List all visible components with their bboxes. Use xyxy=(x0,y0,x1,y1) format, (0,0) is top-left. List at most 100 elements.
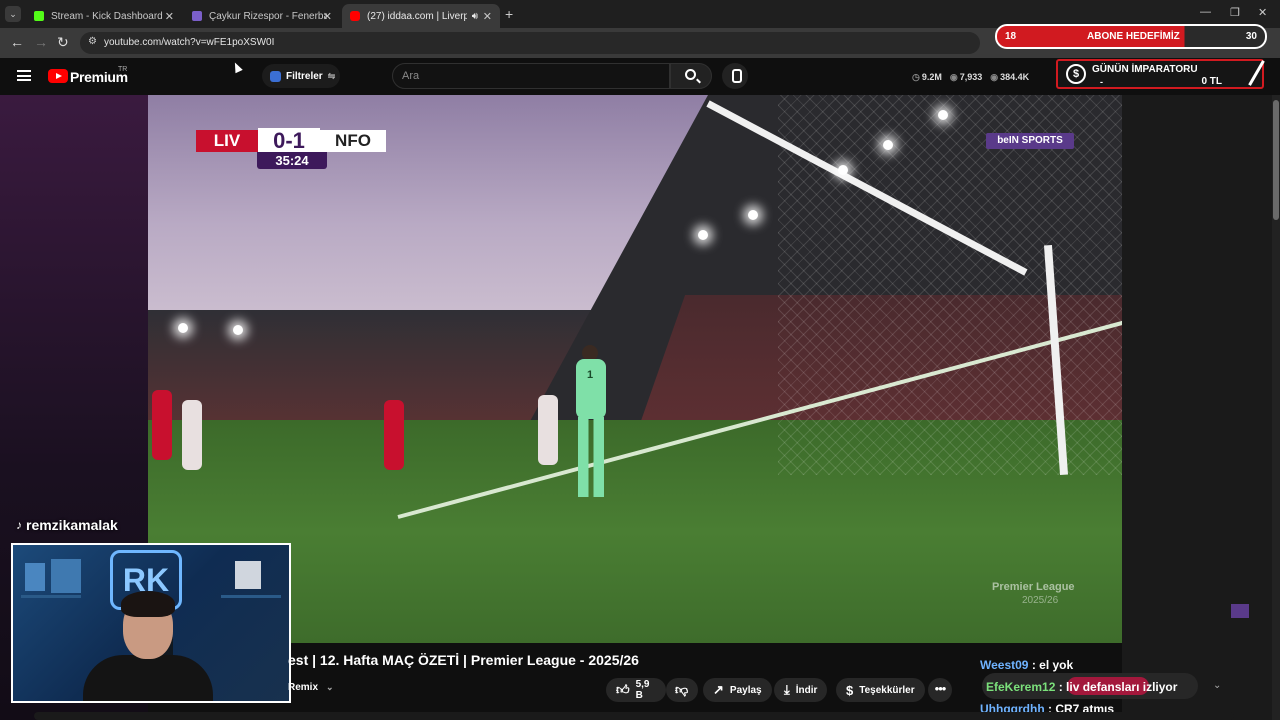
chat-message: Weest09 : el yok xyxy=(980,658,1073,672)
browser-tab-title: Stream - Kick Dashboard xyxy=(51,10,163,22)
chevron-down-icon[interactable]: ⌄ xyxy=(1213,680,1221,691)
streamer-torso xyxy=(83,655,213,701)
stat-value: 9.2M xyxy=(921,72,942,82)
more-actions-icon[interactable]: ••• xyxy=(928,678,952,702)
season-watermark: 2025/26 xyxy=(1022,595,1059,606)
floodlight xyxy=(698,230,708,240)
search-icon xyxy=(685,69,696,80)
coin-icon: $ xyxy=(1066,64,1086,84)
back-icon[interactable]: ← xyxy=(10,34,24,50)
tab-close-icon[interactable]: ✕ xyxy=(323,10,332,23)
player-figure xyxy=(182,400,202,470)
stat-value: 384.4K xyxy=(1000,72,1030,82)
floodlight xyxy=(938,110,948,120)
broadcaster-mini-logo-icon xyxy=(1231,604,1249,618)
sliders-icon: ⇋ xyxy=(327,70,336,81)
remix-button[interactable]: Remix ⌄ xyxy=(288,682,334,693)
browser-tab-kick[interactable]: Stream - Kick Dashboard ✕ xyxy=(26,4,182,28)
chat-separator: : xyxy=(1055,680,1067,694)
clock-icon: ◷ xyxy=(912,72,920,82)
tab-search-dropdown-icon[interactable]: ⌄ xyxy=(5,6,21,22)
shelf xyxy=(21,595,81,598)
browser-tab-rizespor[interactable]: Çaykur Rizespor - Fenerbahçe M ✕ xyxy=(184,4,340,28)
tiktok-icon: ♪ xyxy=(16,518,22,532)
filter-extension-icon xyxy=(270,70,281,82)
decorative-slash xyxy=(1248,60,1265,86)
goalkeeper: 1 xyxy=(566,345,614,505)
kick-favicon-icon xyxy=(34,11,44,21)
menu-icon[interactable] xyxy=(17,70,31,81)
video-player[interactable]: 1 LIV 0-1 NFO 35:24 beIN SPORTS Premier … xyxy=(148,95,1122,643)
chat-message: EfeKerem12 : liv defansları izliyor xyxy=(986,680,1177,694)
filters-button[interactable]: Filtreler ⇋ xyxy=(262,64,340,88)
maximize-icon[interactable]: ❐ xyxy=(1230,6,1240,19)
share-button[interactable]: ↗ Paylaş xyxy=(703,678,772,702)
stat-item: ◷ 9.2M xyxy=(912,72,942,83)
top-donor-title: GÜNÜN İMPARATORU xyxy=(1092,64,1198,75)
region-code: TR xyxy=(118,66,128,73)
streamer xyxy=(83,591,213,701)
floodlight xyxy=(883,140,893,150)
new-tab-button[interactable]: + xyxy=(505,6,513,22)
streamer-handle: ♪ remzikamalak xyxy=(16,517,118,533)
reload-icon[interactable]: ↻ xyxy=(57,34,69,51)
browser-tab-title: (27) iddaa.com | Liverpool 0- xyxy=(367,10,467,22)
stat-value: 7,933 xyxy=(959,72,983,82)
like-button[interactable]: 👍︎ 5,9 B xyxy=(606,678,666,702)
top-donor-amount: 0 TL xyxy=(1201,76,1222,87)
tab-close-icon[interactable]: ✕ xyxy=(483,10,492,23)
home-team: LIV xyxy=(196,130,258,152)
scoreboard: LIV 0-1 NFO xyxy=(196,128,386,154)
scrollbar-thumb[interactable] xyxy=(1273,100,1279,220)
thumbs-up-icon: 👍︎ xyxy=(616,682,630,697)
chat-text: el yok xyxy=(1039,658,1074,672)
voice-search-icon[interactable] xyxy=(722,63,748,89)
search-input[interactable] xyxy=(392,63,670,89)
youtube-logo-icon[interactable] xyxy=(48,69,68,83)
chat-username: EfeKerem12 xyxy=(986,680,1056,694)
download-icon: ⤓ xyxy=(784,682,790,697)
forward-icon[interactable]: → xyxy=(34,34,48,50)
streamer-handle-text: remzikamalak xyxy=(26,517,118,533)
audio-playing-icon[interactable]: 🔊︎ xyxy=(472,11,478,22)
stream-stats: ◷ 9.2M ◉ 7,933 ◉ 384.4K xyxy=(912,72,1029,83)
floodlight xyxy=(233,325,243,335)
minimize-icon[interactable]: — xyxy=(1200,6,1211,18)
eye-icon: ◉ xyxy=(949,72,958,82)
goalkeeper-number: 1 xyxy=(587,369,594,381)
search-button[interactable] xyxy=(670,63,712,89)
stat-item: ◉ 7,933 xyxy=(950,72,982,83)
sub-goal-label: ABONE HEDEFİMİZ xyxy=(1087,31,1180,42)
page-background-right xyxy=(1122,95,1272,720)
sub-goal-current: 18 xyxy=(1005,31,1017,42)
award-plaque xyxy=(51,559,81,593)
super-thanks-icon: $ xyxy=(846,682,854,698)
browser-tab-youtube[interactable]: (27) iddaa.com | Liverpool 0- 🔊︎ ✕ xyxy=(342,4,500,28)
webcam-overlay: RK xyxy=(11,543,291,703)
thanks-button[interactable]: $ Teşekkürler xyxy=(836,678,925,702)
url-text[interactable]: youtube.com/watch?v=wFE1poXSW0I xyxy=(104,37,274,48)
share-icon: ↗ xyxy=(713,682,724,697)
tab-close-icon[interactable]: ✕ xyxy=(165,10,174,23)
download-button[interactable]: ⤓ İndir xyxy=(774,678,828,702)
sub-goal-target: 30 xyxy=(1245,31,1257,42)
followers-icon: ◉ xyxy=(990,72,999,82)
video-title: est | 12. Hafta MAÇ ÖZETİ | Premier Leag… xyxy=(288,652,639,668)
browser-tab-title: Çaykur Rizespor - Fenerbahçe M xyxy=(209,10,327,22)
goalkeeper-legs xyxy=(578,417,604,497)
stat-item: ◉ 384.4K xyxy=(990,72,1029,83)
youtube-favicon-icon xyxy=(350,11,360,21)
away-team: NFO xyxy=(320,130,386,152)
top-donor-name: - xyxy=(1100,77,1103,87)
score-value: 0-1 xyxy=(258,128,320,154)
site-info-icon[interactable]: ⚙︎ xyxy=(88,36,97,47)
share-label: Paylaş xyxy=(729,684,762,696)
top-donor-widget: $ GÜNÜN İMPARATORU - 0 TL xyxy=(1056,59,1265,89)
remix-label: Remix xyxy=(288,682,319,693)
chat-username: Weest09 xyxy=(980,658,1029,672)
window-close-icon[interactable]: ✕ xyxy=(1258,6,1267,19)
download-label: İndir xyxy=(795,684,818,696)
dislike-button[interactable]: 👎︎ xyxy=(666,678,698,702)
like-count: 5,9 B xyxy=(635,679,650,701)
subscriber-goal-bar: 18 ABONE HEDEFİMİZ 30 xyxy=(995,24,1267,49)
